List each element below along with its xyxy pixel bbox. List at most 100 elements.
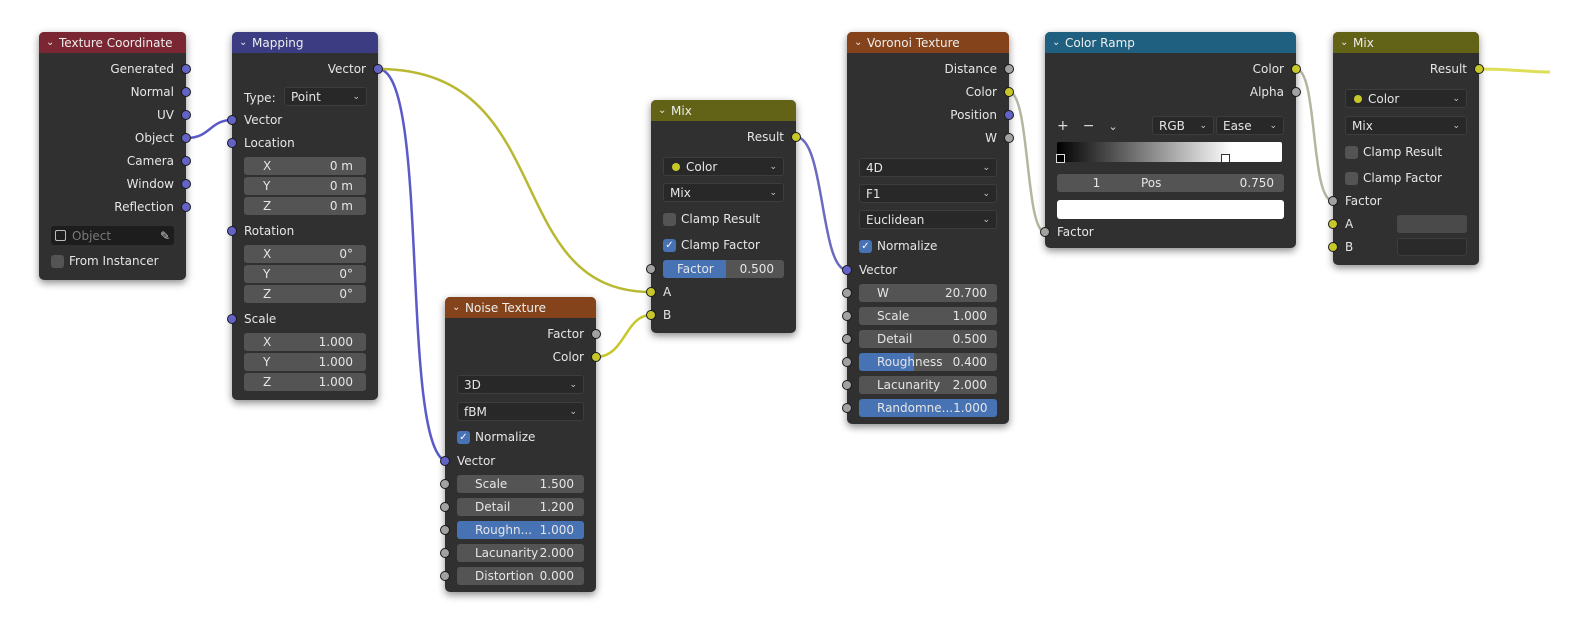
lacunarity-field[interactable]: Lacunarity 2.000 <box>440 544 584 562</box>
socket[interactable] <box>842 265 852 275</box>
color-swatch[interactable] <box>1057 200 1284 219</box>
chevron-down-icon[interactable]: ⌄ <box>658 105 671 116</box>
socket[interactable] <box>1474 64 1484 74</box>
rotation-z[interactable]: Z 0° <box>244 285 366 303</box>
roughness-field[interactable]: Roughn... 1.000 <box>440 521 584 539</box>
chevron-down-icon[interactable]: ⌄ <box>452 302 465 313</box>
node-header[interactable]: ⌄ Noise Texture <box>445 297 596 318</box>
socket[interactable] <box>1040 227 1050 237</box>
color-ramp-node[interactable]: ⌄ Color Ramp Color Alpha + − ⌄ RGB ⌄ Ease ⌄… <box>1040 32 1301 248</box>
socket[interactable] <box>646 287 656 297</box>
scale-field[interactable]: Scale 1.500 <box>440 475 584 493</box>
stop-index-field[interactable]: 1 <box>1057 174 1136 192</box>
socket[interactable] <box>227 314 237 324</box>
ramp-stop-white[interactable] <box>1221 154 1230 163</box>
socket[interactable] <box>440 548 450 558</box>
factor-field[interactable]: Factor 0.500 <box>646 260 784 278</box>
dimensions-dropdown[interactable]: 4D ⌄ <box>859 158 997 177</box>
metric-dropdown[interactable]: Euclidean ⌄ <box>859 210 997 229</box>
socket[interactable] <box>181 156 191 166</box>
color-b-swatch[interactable] <box>1397 238 1467 256</box>
randomness-field[interactable]: Randomne... 1.000 <box>842 399 997 417</box>
node-header[interactable]: ⌄ Voronoi Texture <box>847 32 1009 53</box>
socket[interactable] <box>1291 64 1301 74</box>
clamp-result-checkbox[interactable]: Clamp Result <box>663 210 760 228</box>
socket[interactable] <box>440 456 450 466</box>
socket[interactable] <box>646 310 656 320</box>
node-header[interactable]: ⌄ Color Ramp <box>1045 32 1296 53</box>
location-x[interactable]: X0 m <box>244 157 366 175</box>
from-instancer-checkbox[interactable]: From Instancer <box>51 252 159 270</box>
chevron-down-icon[interactable]: ⌄ <box>854 37 867 48</box>
location-z[interactable]: Z0 m <box>244 197 366 215</box>
socket[interactable] <box>1291 87 1301 97</box>
distortion-field[interactable]: Distortion 0.000 <box>440 567 584 585</box>
scale-field[interactable]: Scale 1.000 <box>842 307 997 325</box>
ramp-stop-black[interactable] <box>1056 154 1065 163</box>
lacunarity-field[interactable]: Lacunarity 2.000 <box>842 376 997 394</box>
rotation-y[interactable]: Y 0° <box>244 265 366 283</box>
socket[interactable] <box>842 288 852 298</box>
socket[interactable] <box>181 110 191 120</box>
roughness-field[interactable]: Roughness 0.400 <box>842 353 997 371</box>
node-header[interactable]: ⌄ Mapping <box>232 32 378 53</box>
data-type-dropdown[interactable]: Color ⌄ <box>1345 89 1467 108</box>
eyedropper-icon[interactable]: ✎ <box>160 229 170 243</box>
clamp-factor-checkbox[interactable]: ✓ Clamp Factor <box>663 236 760 254</box>
color-ramp-gradient[interactable] <box>1056 142 1282 163</box>
w-field[interactable]: W 20.700 <box>842 284 997 302</box>
interpolation-dropdown[interactable]: Ease ⌄ <box>1216 116 1284 135</box>
socket[interactable] <box>181 202 191 212</box>
socket[interactable] <box>842 380 852 390</box>
detail-field[interactable]: Detail 0.500 <box>842 330 997 348</box>
clamp-factor-checkbox[interactable]: Clamp Factor <box>1345 169 1442 187</box>
socket[interactable] <box>440 571 450 581</box>
data-type-dropdown[interactable]: Color ⌄ <box>663 157 784 176</box>
clamp-result-checkbox[interactable]: Clamp Result <box>1345 143 1442 161</box>
socket[interactable] <box>1004 110 1014 120</box>
socket[interactable] <box>791 132 801 142</box>
feature-dropdown[interactable]: F1 ⌄ <box>859 184 997 203</box>
socket[interactable] <box>181 64 191 74</box>
socket[interactable] <box>227 115 237 125</box>
position-field[interactable]: Pos 0.750 <box>1131 174 1284 192</box>
socket[interactable] <box>440 479 450 489</box>
color-a-swatch[interactable] <box>1397 215 1467 233</box>
node-header[interactable]: ⌄ Mix <box>651 100 796 121</box>
location-y[interactable]: Y0 m <box>244 177 366 195</box>
socket[interactable] <box>373 64 383 74</box>
socket[interactable] <box>227 138 237 148</box>
socket[interactable] <box>1004 133 1014 143</box>
socket[interactable] <box>440 502 450 512</box>
noise-type-dropdown[interactable]: fBM ⌄ <box>457 402 584 421</box>
node-header[interactable]: ⌄ Texture Coordinate <box>39 32 186 53</box>
chevron-down-icon[interactable]: ⌄ <box>1340 37 1353 48</box>
socket[interactable] <box>1004 87 1014 97</box>
normalize-checkbox[interactable]: ✓ Normalize <box>859 237 937 255</box>
type-dropdown[interactable]: Point ⌄ <box>284 87 367 106</box>
socket[interactable] <box>646 264 656 274</box>
socket[interactable] <box>591 329 601 339</box>
chevron-down-icon[interactable]: ⌄ <box>239 37 252 48</box>
socket[interactable] <box>842 357 852 367</box>
socket[interactable] <box>1328 219 1338 229</box>
mapping-node[interactable]: ⌄ Mapping Vector Type: Point ⌄ Vector Loca… <box>227 32 383 400</box>
socket[interactable] <box>181 133 191 143</box>
socket[interactable] <box>1328 196 1338 206</box>
mix-node-2[interactable]: ⌄ Mix Result Color ⌄ Mix ⌄ Clamp Result Cla… <box>1328 32 1484 265</box>
socket[interactable] <box>181 87 191 97</box>
socket[interactable] <box>227 226 237 236</box>
scale-x[interactable]: X 1.000 <box>244 333 366 351</box>
scale-z[interactable]: Z 1.000 <box>244 373 366 391</box>
dimensions-dropdown[interactable]: 3D ⌄ <box>457 375 584 394</box>
remove-stop-button[interactable]: − <box>1083 118 1095 134</box>
detail-field[interactable]: Detail 1.200 <box>440 498 584 516</box>
texture-coordinate-node[interactable]: ⌄ Texture Coordinate Generated Normal UV … <box>39 32 191 280</box>
socket[interactable] <box>842 403 852 413</box>
object-field[interactable]: Object ✎ <box>51 226 174 245</box>
socket[interactable] <box>181 179 191 189</box>
socket[interactable] <box>1328 242 1338 252</box>
scale-y[interactable]: Y 1.000 <box>244 353 366 371</box>
socket[interactable] <box>591 352 601 362</box>
normalize-checkbox[interactable]: ✓ Normalize <box>457 428 535 446</box>
